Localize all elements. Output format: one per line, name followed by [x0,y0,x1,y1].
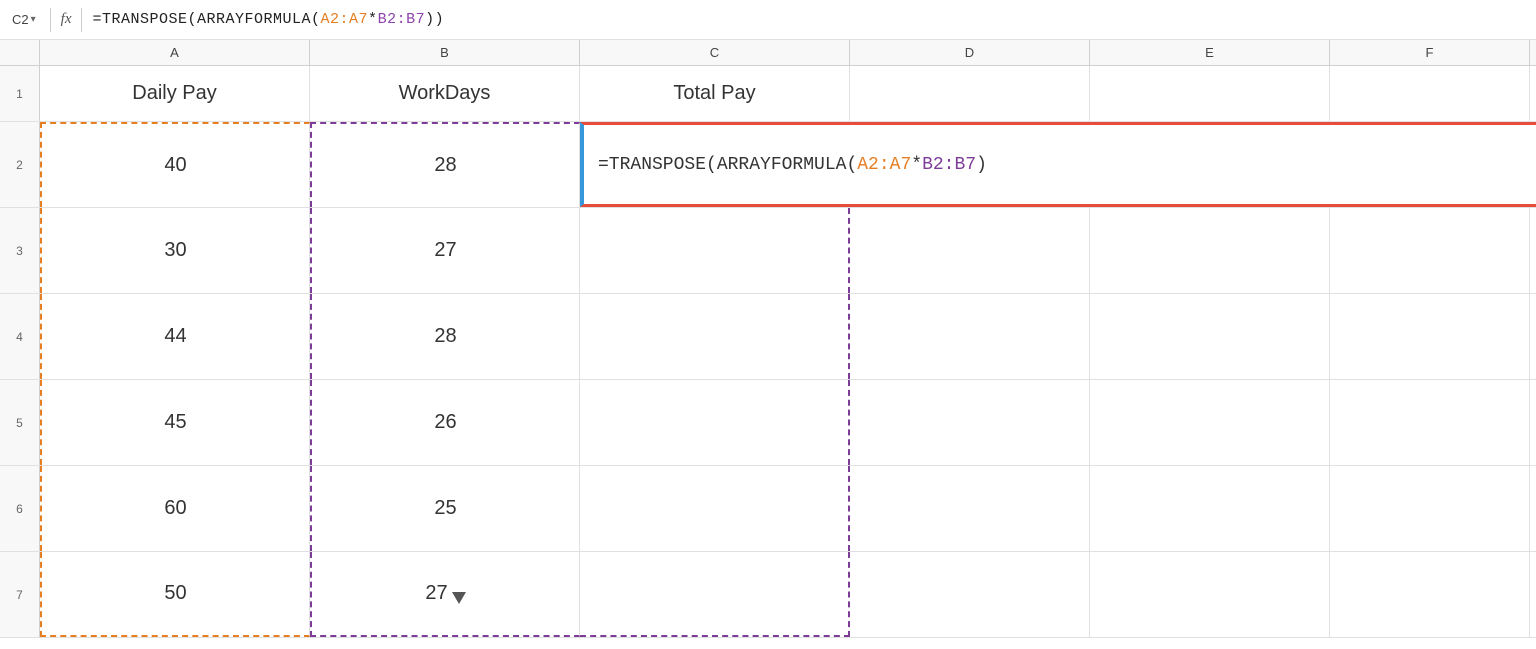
cell-e3[interactable] [1090,208,1330,293]
cell-a6[interactable]: 60 [40,466,310,551]
cell-c1[interactable]: Total Pay [580,66,850,121]
table-row: 3 30 27 [0,208,1536,294]
formula-display-purple: B2:B7 [922,155,976,175]
grid-body: 1 Daily Pay WorkDays Total Pay 2 40 28 =… [0,66,1536,638]
spreadsheet-grid: A B C D E F 1 Daily Pay WorkDays Total P… [0,40,1536,638]
table-row: 5 45 26 [0,380,1536,466]
formula-part-2: A2:A7 [321,11,369,28]
formula-display-prefix: =TRANSPOSE(ARRAYFORMULA( [598,155,857,175]
cell-d6[interactable] [850,466,1090,551]
formula-bar-divider-1 [50,8,51,32]
formula-input[interactable]: =TRANSPOSE(ARRAYFORMULA(A2:A7*B2:B7)) [92,11,1528,28]
table-row: 1 Daily Pay WorkDays Total Pay [0,66,1536,122]
cell-c7[interactable] [580,552,850,637]
formula-part-5: )) [425,11,444,28]
cell-ref-label: C2 [12,12,29,27]
formula-part-4: B2:B7 [378,11,426,28]
cell-a5[interactable]: 45 [40,380,310,465]
cell-c3[interactable] [580,208,850,293]
formula-display-suffix: ) [976,155,987,175]
table-row: 6 60 25 [0,466,1536,552]
cell-b1[interactable]: WorkDays [310,66,580,121]
cell-b7[interactable]: 27 [310,552,580,637]
table-row: 7 50 27 [0,552,1536,638]
formula-display: =TRANSPOSE(ARRAYFORMULA(A2:A7*B2:B7) [592,155,993,175]
col-header-e[interactable]: E [1090,40,1330,65]
cell-e4[interactable] [1090,294,1330,379]
cell-e5[interactable] [1090,380,1330,465]
col-header-d[interactable]: D [850,40,1090,65]
cell-ref-arrow: ▾ [31,14,36,25]
row-number-3: 3 [0,208,40,293]
col-header-c[interactable]: C [580,40,850,65]
cell-f3[interactable] [1330,208,1530,293]
formula-display-mult: * [911,155,922,175]
cell-d3[interactable] [850,208,1090,293]
row-number-header [0,40,40,65]
cell-b5[interactable]: 26 [310,380,580,465]
cell-e7[interactable] [1090,552,1330,637]
cell-d4[interactable] [850,294,1090,379]
cell-b3[interactable]: 27 [310,208,580,293]
cell-c4[interactable] [580,294,850,379]
cell-c6[interactable] [580,466,850,551]
table-row: 2 40 28 =TRANSPOSE(ARRAYFORMULA(A2:A7*B2… [0,122,1536,208]
cell-c2-active[interactable]: =TRANSPOSE(ARRAYFORMULA(A2:A7*B2:B7) [580,122,1536,207]
row-number-1: 1 [0,66,40,121]
formula-part-3: * [368,11,378,28]
mouse-cursor [452,592,466,604]
cell-b2[interactable]: 28 [310,122,580,207]
row-number-4: 4 [0,294,40,379]
formula-bar-divider-2 [81,8,82,32]
table-row: 4 44 28 [0,294,1536,380]
cell-a1[interactable]: Daily Pay [40,66,310,121]
formula-bar: C2 ▾ fx =TRANSPOSE(ARRAYFORMULA(A2:A7*B2… [0,0,1536,40]
cell-c5[interactable] [580,380,850,465]
cell-f4[interactable] [1330,294,1530,379]
cell-reference-box[interactable]: C2 ▾ [8,10,40,29]
cell-b6[interactable]: 25 [310,466,580,551]
cell-d5[interactable] [850,380,1090,465]
fx-icon: fx [61,11,72,28]
row-number-7: 7 [0,552,40,637]
row-number-5: 5 [0,380,40,465]
col-header-f[interactable]: F [1330,40,1530,65]
cell-a3[interactable]: 30 [40,208,310,293]
cell-f7[interactable] [1330,552,1530,637]
cell-d1[interactable] [850,66,1090,121]
cell-a7[interactable]: 50 [40,552,310,637]
cell-f5[interactable] [1330,380,1530,465]
col-header-a[interactable]: A [40,40,310,65]
cell-a4[interactable]: 44 [40,294,310,379]
cell-d7[interactable] [850,552,1090,637]
formula-part-1: =TRANSPOSE(ARRAYFORMULA( [92,11,320,28]
cell-a2[interactable]: 40 [40,122,310,207]
cell-f6[interactable] [1330,466,1530,551]
cell-e1[interactable] [1090,66,1330,121]
cell-f1[interactable] [1330,66,1530,121]
formula-display-orange: A2:A7 [857,155,911,175]
row-number-6: 6 [0,466,40,551]
col-header-b[interactable]: B [310,40,580,65]
cell-b4[interactable]: 28 [310,294,580,379]
cell-e6[interactable] [1090,466,1330,551]
row-number-2: 2 [0,122,40,207]
column-headers-row: A B C D E F [0,40,1536,66]
